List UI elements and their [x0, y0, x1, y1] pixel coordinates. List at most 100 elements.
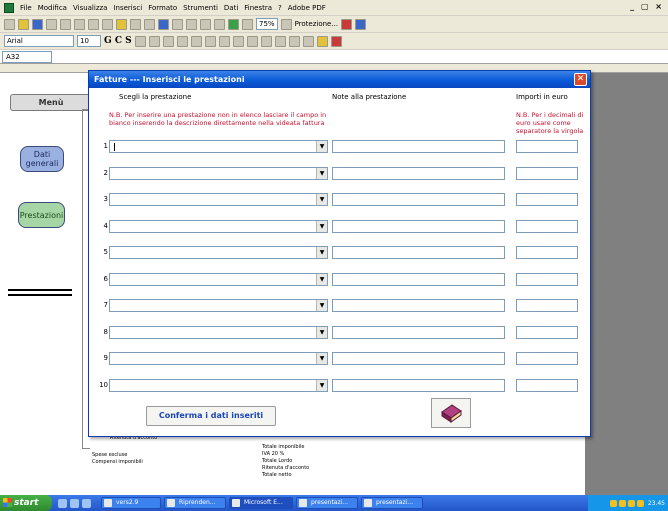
name-box[interactable]: A32	[2, 50, 52, 63]
notes-field-4[interactable]	[332, 220, 505, 233]
menu-visualizza[interactable]: Visualizza	[73, 4, 107, 12]
chevron-down-icon[interactable]: ▼	[316, 168, 327, 179]
task-presentazi-2[interactable]: presentazi...	[361, 497, 423, 509]
service-combo-5[interactable]: ▼	[109, 246, 328, 259]
percent-icon[interactable]	[218, 35, 230, 47]
service-combo-8[interactable]: ▼	[109, 326, 328, 339]
amount-field-8[interactable]	[516, 326, 578, 339]
amount-field-3[interactable]	[516, 193, 578, 206]
excel-app-icon[interactable]	[4, 2, 14, 13]
amount-field-10[interactable]	[516, 379, 578, 392]
tray-icon[interactable]	[636, 499, 644, 507]
task-excel[interactable]: Microsoft E...	[229, 497, 293, 509]
notes-field-5[interactable]	[332, 246, 505, 259]
service-combo-2[interactable]: ▼	[109, 167, 328, 180]
autosum-icon[interactable]	[172, 18, 183, 30]
chevron-down-icon[interactable]: ▼	[316, 300, 327, 311]
align-left-icon[interactable]	[134, 35, 146, 47]
amount-field-2[interactable]	[516, 167, 578, 180]
task-riprenden[interactable]: Riprenden...	[164, 497, 226, 509]
menu-strumenti[interactable]: Strumenti	[183, 4, 218, 12]
chevron-down-icon[interactable]: ▼	[316, 194, 327, 205]
menu-button[interactable]: Menù	[10, 94, 92, 111]
chevron-down-icon[interactable]: ▼	[316, 274, 327, 285]
task-vers29[interactable]: vers2.9	[101, 497, 161, 509]
borders-icon[interactable]	[302, 35, 314, 47]
notes-field-9[interactable]	[332, 352, 505, 365]
firefox-icon[interactable]	[70, 498, 79, 508]
outdent-icon[interactable]	[274, 35, 286, 47]
notes-field-3[interactable]	[332, 193, 505, 206]
protection-button[interactable]: Protezione...	[295, 20, 338, 28]
chevron-down-icon[interactable]: ▼	[316, 221, 327, 232]
service-combo-4[interactable]: ▼	[109, 220, 328, 233]
chart-icon[interactable]	[228, 18, 239, 30]
amount-field-9[interactable]	[516, 352, 578, 365]
confirm-button[interactable]: Conferma i dati inseriti	[146, 406, 276, 426]
menu-modifica[interactable]: Modifica	[38, 4, 67, 12]
service-combo-6[interactable]: ▼	[109, 273, 328, 286]
copy-icon[interactable]	[102, 18, 113, 30]
zoom-select[interactable]: 75%	[256, 18, 278, 30]
bold-italic-underline-buttons[interactable]: G C S	[104, 36, 132, 46]
fill-color-icon[interactable]	[316, 35, 328, 47]
chevron-down-icon[interactable]: ▼	[316, 141, 327, 152]
new-icon[interactable]	[4, 18, 15, 30]
research-icon[interactable]	[355, 18, 367, 30]
print-icon[interactable]	[46, 18, 57, 30]
notes-field-8[interactable]	[332, 326, 505, 339]
amount-field-5[interactable]	[516, 246, 578, 259]
spell-icon[interactable]	[74, 18, 85, 30]
cut-icon[interactable]	[88, 18, 99, 30]
security-icon[interactable]	[341, 18, 353, 30]
ie-icon[interactable]	[58, 498, 67, 508]
align-right-icon[interactable]	[162, 35, 174, 47]
task-presentazi-1[interactable]: presentazi...	[296, 497, 358, 509]
tray-icon[interactable]	[627, 499, 635, 507]
euro-icon[interactable]	[204, 35, 216, 47]
drawing-icon[interactable]	[242, 18, 253, 30]
save-icon[interactable]	[32, 18, 43, 30]
service-combo-3[interactable]: ▼	[109, 193, 328, 206]
notes-field-10[interactable]	[332, 379, 505, 392]
open-icon[interactable]	[18, 18, 29, 30]
font-size-select[interactable]: 10	[77, 35, 101, 47]
service-combo-10[interactable]: ▼	[109, 379, 328, 392]
book-button[interactable]	[431, 398, 471, 428]
menu-inserisci[interactable]: Inserisci	[113, 4, 142, 12]
desktop-icon[interactable]	[82, 498, 91, 508]
sort-desc-icon[interactable]	[214, 18, 225, 30]
menu-formato[interactable]: Formato	[148, 4, 177, 12]
start-button[interactable]: start	[0, 495, 52, 511]
notes-field-2[interactable]	[332, 167, 505, 180]
font-color-icon[interactable]	[330, 35, 342, 47]
help-icon[interactable]	[280, 18, 292, 30]
currency-icon[interactable]	[190, 35, 202, 47]
align-center-icon[interactable]	[148, 35, 160, 47]
window-controls[interactable]: _ ▢ ×	[630, 2, 664, 11]
dati-generali-button[interactable]: Dati generali	[20, 146, 64, 172]
menu-finestra[interactable]: Finestra	[244, 4, 272, 12]
amount-field-1[interactable]	[516, 140, 578, 153]
chevron-down-icon[interactable]: ▼	[316, 380, 327, 391]
decrease-decimal-icon[interactable]	[260, 35, 272, 47]
prestazioni-button[interactable]: Prestazioni	[18, 202, 65, 228]
menu-adobe-pdf[interactable]: Adobe PDF	[288, 4, 326, 12]
notes-field-6[interactable]	[332, 273, 505, 286]
menu-dati[interactable]: Dati	[224, 4, 238, 12]
font-name-select[interactable]: Arial	[4, 35, 74, 47]
close-icon[interactable]: ✕	[574, 73, 587, 86]
paste-icon[interactable]	[116, 18, 127, 30]
service-combo-9[interactable]: ▼	[109, 352, 328, 365]
preview-icon[interactable]	[60, 18, 71, 30]
merge-icon[interactable]	[176, 35, 188, 47]
thousands-icon[interactable]	[232, 35, 244, 47]
amount-field-7[interactable]	[516, 299, 578, 312]
menu-help[interactable]: ?	[278, 4, 282, 12]
service-combo-7[interactable]: ▼	[109, 299, 328, 312]
notes-field-1[interactable]	[332, 140, 505, 153]
indent-icon[interactable]	[288, 35, 300, 47]
dialog-title[interactable]: Fatture --- Inserisci le prestazioni	[89, 71, 590, 88]
menu-file[interactable]: File	[20, 4, 32, 12]
undo-icon[interactable]	[130, 18, 141, 30]
